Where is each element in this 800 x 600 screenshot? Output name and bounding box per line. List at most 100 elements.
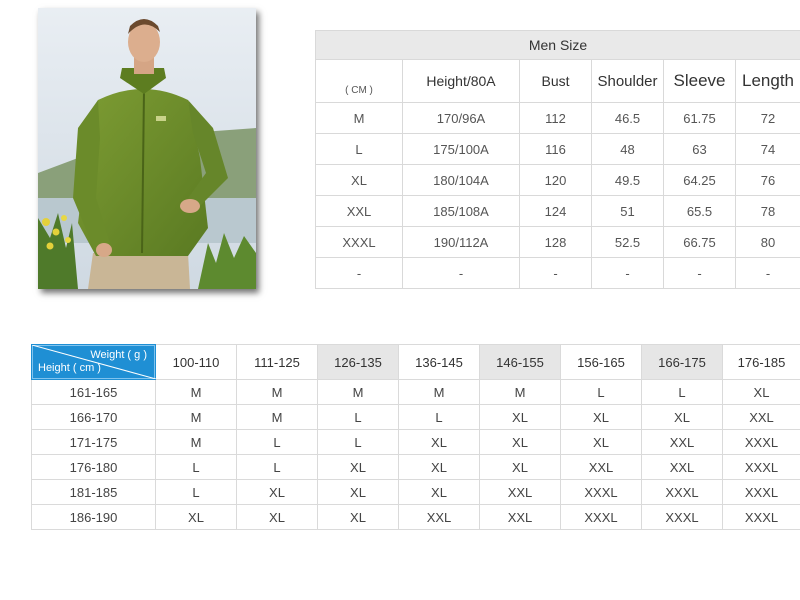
height-row: 166-170 M M L L XL XL XL XXL [31,404,800,430]
recommended-size-cell: XXL [641,429,723,455]
recommended-size-cell: XXXL [722,504,800,530]
size-label-cell: M [315,102,403,134]
size-label-cell: XXL [315,195,403,227]
recommended-size-cell: XL [560,404,642,430]
recommended-size-cell: XXXL [722,479,800,505]
size-value-cell: 52.5 [591,226,664,258]
size-value-cell: - [663,257,736,289]
recommended-size-cell: XL [317,454,399,480]
recommended-size-cell: XXXL [560,479,642,505]
size-value-cell: 74 [734,133,800,165]
recommended-size-cell: L [236,429,318,455]
model-in-green-jacket-illustration [38,8,256,289]
height-range-cell: 166-170 [31,404,156,430]
recommended-size-cell: XL [317,479,399,505]
recommended-size-cell: M [155,404,237,430]
size-value-cell: 80 [734,226,800,258]
recommended-size-cell: XXL [479,504,561,530]
size-value-cell: 185/108A [402,195,520,227]
recommended-size-cell: M [398,379,480,405]
size-label-cell: L [315,133,403,165]
recommended-size-cell: L [155,454,237,480]
recommended-size-cell: M [236,379,318,405]
size-value-cell: 72 [734,102,800,134]
recommended-size-cell: XXXL [641,504,723,530]
height-row: 176-180 L L XL XL XL XXL XXL XXXL [31,454,800,480]
size-value-cell: 116 [519,133,592,165]
height-row: 181-185 L XL XL XL XXL XXXL XXXL XXXL [31,479,800,505]
height-range-cell: 171-175 [31,429,156,455]
recommended-size-cell: L [317,429,399,455]
height-range-cell: 186-190 [31,504,156,530]
size-header-unit: ( CM ) [315,59,403,103]
size-value-cell: 175/100A [402,133,520,165]
size-value-cell: 124 [519,195,592,227]
size-value-cell: 190/112A [402,226,520,258]
weight-range-header: 166-175 [641,344,723,380]
recommended-size-cell: M [236,404,318,430]
weight-range-header: 111-125 [236,344,318,380]
weight-header-row: Weight ( g ) Height ( cm ) 100-110 111-12… [31,344,800,380]
recommended-size-cell: L [236,454,318,480]
recommended-size-cell: XL [479,454,561,480]
height-range-cell: 176-180 [31,454,156,480]
recommended-size-cell: XXXL [722,454,800,480]
recommended-size-cell: L [560,379,642,405]
weight-axis-label: Weight ( g ) [90,349,147,361]
weight-range-header: 136-145 [398,344,480,380]
recommended-size-cell: XL [479,404,561,430]
size-value-cell: 65.5 [663,195,736,227]
recommended-size-cell: XXXL [722,429,800,455]
weight-range-header: 156-165 [560,344,642,380]
recommended-size-cell: M [479,379,561,405]
recommended-size-cell: XXL [722,404,800,430]
recommended-size-cell: XL [479,429,561,455]
recommended-size-cell: XL [317,504,399,530]
recommended-size-cell: XL [722,379,800,405]
size-value-cell: - [734,257,800,289]
size-value-cell: 49.5 [591,164,664,196]
size-row: L 175/100A 116 48 63 74 [315,133,800,165]
size-value-cell: 180/104A [402,164,520,196]
recommended-size-cell: XL [155,504,237,530]
size-header-sleeve: Sleeve [663,59,736,103]
size-label-cell: XL [315,164,403,196]
size-value-cell: 46.5 [591,102,664,134]
size-row: XXL 185/108A 124 51 65.5 78 [315,195,800,227]
height-row: 161-165 M M M M M L L XL [31,379,800,405]
recommended-size-cell: M [317,379,399,405]
recommended-size-cell: XL [641,404,723,430]
size-value-cell: 112 [519,102,592,134]
corner-header-cell: Weight ( g ) Height ( cm ) [31,344,156,380]
recommended-size-cell: XXL [479,479,561,505]
recommended-size-cell: XXXL [641,479,723,505]
weight-height-table: Weight ( g ) Height ( cm ) 100-110 111-12… [31,344,800,530]
size-header-bust: Bust [519,59,592,103]
size-value-cell: 48 [591,133,664,165]
size-row: M 170/96A 112 46.5 61.75 72 [315,102,800,134]
size-row: XL 180/104A 120 49.5 64.25 76 [315,164,800,196]
recommended-size-cell: XL [560,429,642,455]
recommended-size-cell: L [317,404,399,430]
recommended-size-cell: XL [398,429,480,455]
weight-range-header: 176-185 [722,344,800,380]
size-row: ------ [315,257,800,289]
recommended-size-cell: XXL [560,454,642,480]
height-row: 171-175 M L L XL XL XL XXL XXXL [31,429,800,455]
size-label-cell: XXXL [315,226,403,258]
size-value-cell: 63 [663,133,736,165]
size-chart-title: Men Size [314,30,800,60]
size-value-cell: 170/96A [402,102,520,134]
size-header-shoulder: Shoulder [591,59,664,103]
recommended-size-cell: XXXL [560,504,642,530]
weight-range-header: 146-155 [479,344,561,380]
height-row: 186-190 XL XL XL XXL XXL XXXL XXXL XXXL [31,504,800,530]
size-value-cell: 61.75 [663,102,736,134]
recommended-size-cell: XL [398,479,480,505]
size-header-height: Height/80A [402,59,520,103]
recommended-size-cell: M [155,379,237,405]
size-value-cell: 78 [734,195,800,227]
height-axis-label: Height ( cm ) [38,362,101,374]
size-value-cell: - [402,257,520,289]
height-range-cell: 161-165 [31,379,156,405]
